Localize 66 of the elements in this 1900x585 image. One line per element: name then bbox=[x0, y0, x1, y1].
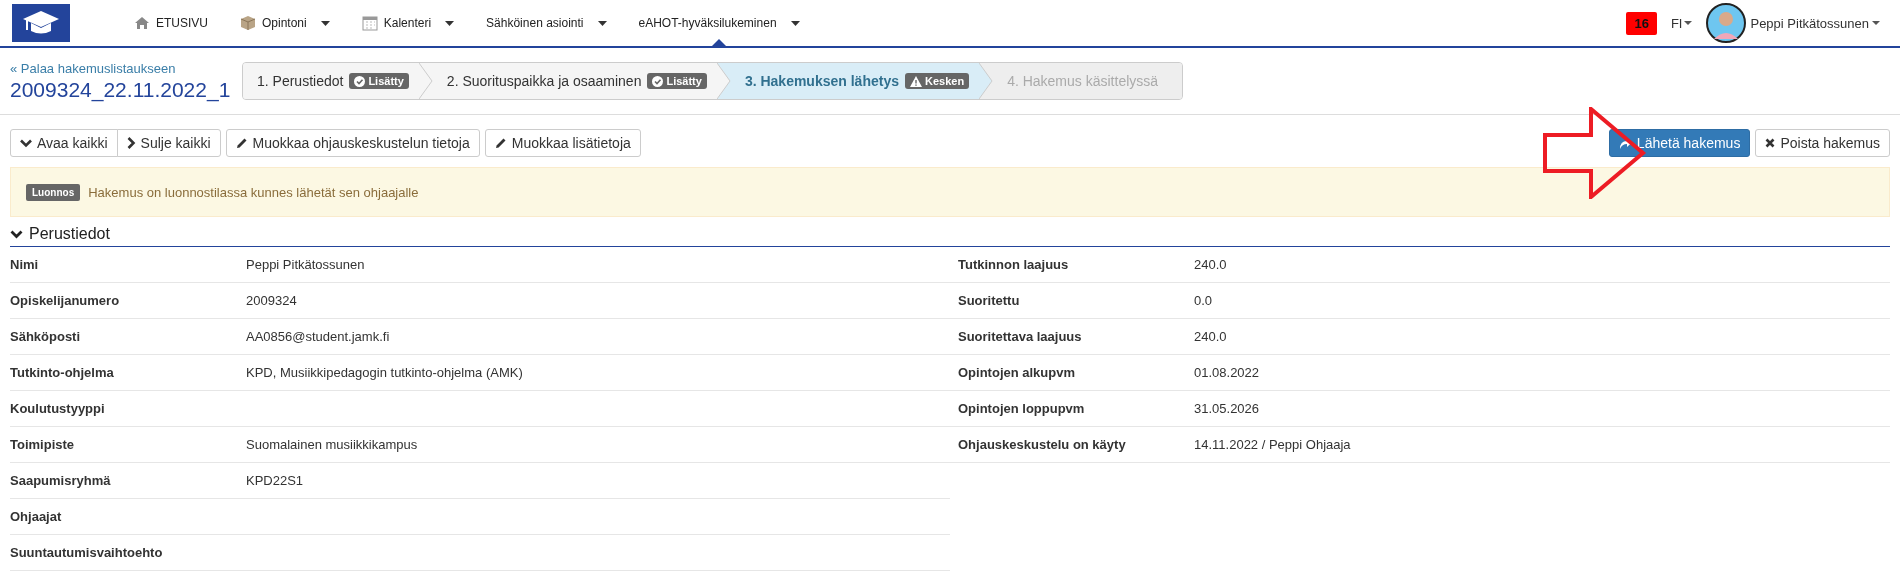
check-icon bbox=[354, 75, 366, 87]
field-label: Ohjaajat bbox=[10, 509, 63, 524]
language-menu[interactable]: FI bbox=[1670, 15, 1693, 31]
field-label: Saapumisryhmä bbox=[10, 473, 112, 488]
notification-count[interactable]: 16 bbox=[1626, 11, 1657, 35]
action-button[interactable]: Lähetä hakemus bbox=[1608, 129, 1751, 157]
toolbar-button[interactable]: Sulje kaikki bbox=[116, 129, 221, 157]
warning-icon bbox=[910, 75, 922, 87]
chevron-down-icon bbox=[20, 138, 32, 148]
field-label: Opintojen loppupvm bbox=[958, 401, 1086, 416]
field-label: Opintojen alkupvm bbox=[958, 365, 1076, 380]
field-value: 240.0 bbox=[1194, 329, 1227, 344]
field-value: KPD22S1 bbox=[246, 473, 304, 488]
field-value: Peppi Pitkätossunen bbox=[246, 257, 365, 272]
caret-icon bbox=[1872, 21, 1880, 25]
status-badge: Lisätty bbox=[647, 73, 707, 89]
nav-item[interactable]: Opintoni bbox=[224, 0, 346, 46]
pencil-icon bbox=[235, 137, 248, 149]
field-label: Sähköposti bbox=[10, 329, 82, 344]
close-icon bbox=[1765, 138, 1776, 148]
edit-button[interactable]: Muokkaa lisätietoja bbox=[484, 129, 641, 157]
field-label: Tutkinto-ohjelma bbox=[10, 365, 115, 380]
section-header[interactable]: Perustiedot bbox=[10, 225, 1890, 247]
toolbar-button[interactable]: Avaa kaikki bbox=[10, 129, 118, 157]
field-label: Suoritettava laajuus bbox=[958, 329, 1083, 344]
logo-icon[interactable] bbox=[12, 4, 70, 42]
field-value: AA0856@student.jamk.fi bbox=[246, 329, 390, 344]
chevron-right-icon bbox=[126, 137, 136, 149]
field-value: Suomalainen musiikkikampus bbox=[246, 437, 418, 452]
status-badge: Kesken bbox=[905, 73, 970, 89]
field-label: Tutkinnon laajuus bbox=[958, 257, 1070, 272]
home-icon bbox=[134, 16, 150, 30]
field-label: Suuntautumisvaihtoehto bbox=[10, 545, 164, 560]
field-label: Koulutustyyppi bbox=[10, 401, 106, 416]
application-title: 2009324_22.11.2022_1 bbox=[10, 77, 232, 102]
user-menu[interactable]: Peppi Pitkätossunen bbox=[1750, 15, 1880, 31]
field-label: Nimi bbox=[10, 257, 40, 272]
avatar-icon[interactable] bbox=[1706, 3, 1747, 43]
field-label: Suoritettu bbox=[958, 293, 1021, 308]
section-title: Perustiedot bbox=[29, 225, 110, 243]
field-value: 01.08.2022 bbox=[1194, 365, 1260, 380]
field-label: Ohjauskeskustelu on käyty bbox=[958, 437, 1127, 452]
draft-badge: Luonnos bbox=[26, 183, 81, 201]
field-value: 31.05.2026 bbox=[1194, 401, 1260, 416]
alert-text: Hakemus on luonnostilassa kunnes lähetät sen ohjaajalle bbox=[88, 184, 419, 200]
field-value: 240.0 bbox=[1194, 257, 1227, 272]
field-value: 0.0 bbox=[1194, 293, 1213, 308]
field-label: Toimipiste bbox=[10, 437, 76, 452]
box-icon bbox=[240, 15, 256, 31]
field-label: Opiskelijanumero bbox=[10, 293, 121, 308]
edit-button[interactable]: Muokkaa ohjauskeskustelun tietoja bbox=[225, 129, 480, 157]
nav-item[interactable]: eAHOT-hyväksilukeminen bbox=[622, 0, 816, 46]
chevron-down-icon bbox=[10, 229, 23, 239]
field-value: 2009324 bbox=[246, 293, 297, 308]
field-value: KPD, Musiikkipedagogin tutkinto-ohjelma (AMK) bbox=[246, 365, 523, 380]
status-badge: Lisätty bbox=[349, 73, 409, 89]
back-link[interactable]: « Palaa hakemuslistaukseen bbox=[10, 60, 176, 76]
nav-item[interactable]: Kalenteri bbox=[345, 0, 471, 46]
nav-item[interactable]: Sähköinen asiointi bbox=[470, 0, 623, 46]
action-button[interactable]: Poista hakemus bbox=[1755, 129, 1890, 157]
caret-icon bbox=[1684, 21, 1693, 25]
pencil-icon bbox=[494, 137, 507, 149]
check-icon bbox=[652, 75, 664, 87]
nav-item[interactable]: ETUSIVU bbox=[118, 0, 224, 46]
field-value: 14.11.2022 / Peppi Ohjaaja bbox=[1194, 437, 1351, 452]
calendar-icon bbox=[361, 15, 378, 31]
